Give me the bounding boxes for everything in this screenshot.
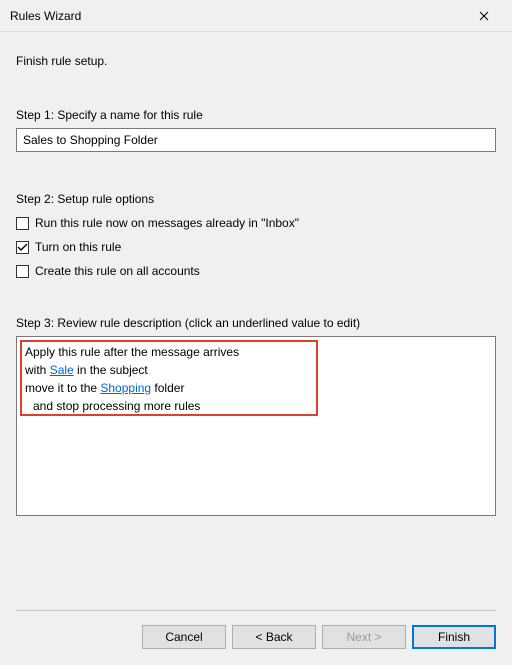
checkbox-box-icon (16, 217, 29, 230)
titlebar: Rules Wizard (0, 0, 512, 32)
desc-line1: Apply this rule after the message arrive… (25, 343, 487, 361)
checkbox-box-icon (16, 241, 29, 254)
finish-setup-label: Finish rule setup. (16, 54, 496, 68)
checkbox-run-now-label: Run this rule now on messages already in… (35, 216, 299, 230)
checkbox-all-accounts-label: Create this rule on all accounts (35, 264, 200, 278)
dialog-content: Finish rule setup. Step 1: Specify a nam… (0, 32, 512, 516)
link-subject-value[interactable]: Sale (50, 363, 74, 377)
desc-line2: with Sale in the subject (25, 361, 487, 379)
desc-line3: move it to the Shopping folder (25, 379, 487, 397)
close-button[interactable] (464, 2, 504, 30)
checkbox-box-icon (16, 265, 29, 278)
step3-label: Step 3: Review rule description (click a… (16, 316, 496, 330)
close-icon (479, 11, 489, 21)
link-folder-value[interactable]: Shopping (100, 381, 151, 395)
checkbox-turn-on-label: Turn on this rule (35, 240, 121, 254)
next-button: Next > (322, 625, 406, 649)
separator (16, 610, 496, 611)
window-title: Rules Wizard (10, 9, 464, 23)
checkbox-run-now[interactable]: Run this rule now on messages already in… (16, 216, 496, 230)
step1-label: Step 1: Specify a name for this rule (16, 108, 496, 122)
dialog-footer: Cancel < Back Next > Finish (0, 594, 512, 665)
finish-button[interactable]: Finish (412, 625, 496, 649)
step2-label: Step 2: Setup rule options (16, 192, 496, 206)
rule-description-box: Apply this rule after the message arrive… (16, 336, 496, 516)
checkbox-all-accounts[interactable]: Create this rule on all accounts (16, 264, 496, 278)
desc-line4: and stop processing more rules (25, 397, 487, 415)
back-button[interactable]: < Back (232, 625, 316, 649)
checkbox-turn-on[interactable]: Turn on this rule (16, 240, 496, 254)
cancel-button[interactable]: Cancel (142, 625, 226, 649)
rules-wizard-dialog: Rules Wizard Finish rule setup. Step 1: … (0, 0, 512, 665)
rule-name-input[interactable] (16, 128, 496, 152)
